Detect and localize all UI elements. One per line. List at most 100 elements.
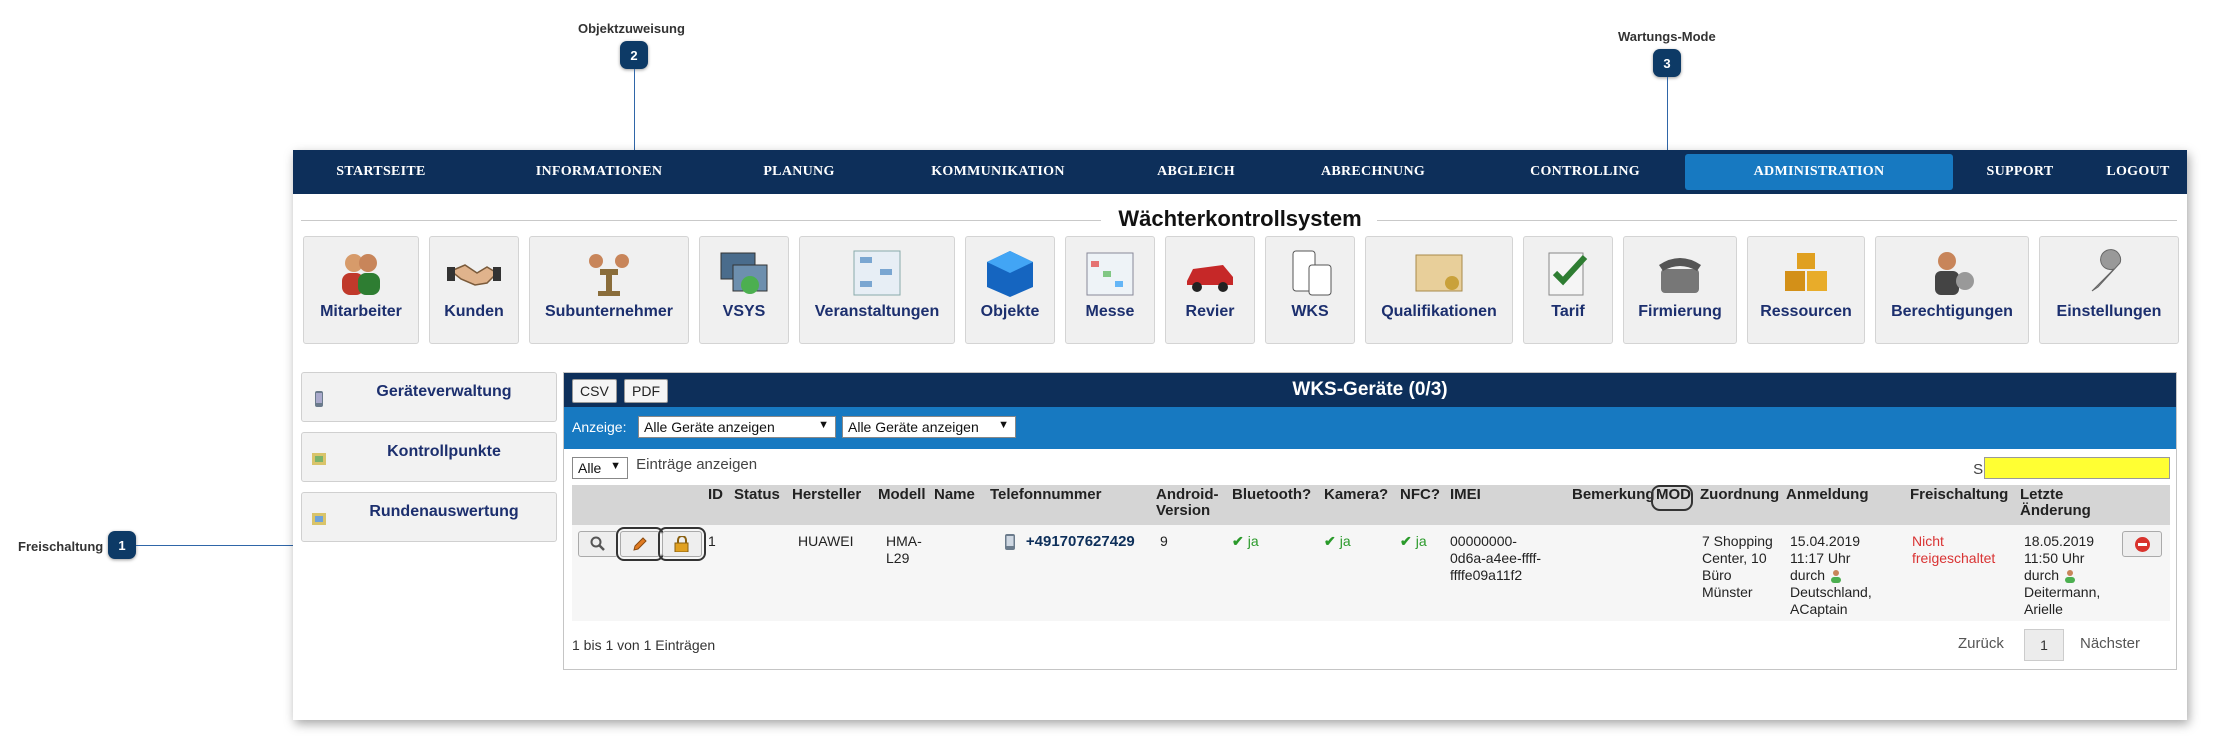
module-mitarbeiter[interactable]: Mitarbeiter xyxy=(303,236,419,344)
nav-kommunikation[interactable]: KOMMUNIKATION xyxy=(905,154,1091,190)
aenderung-by: durch xyxy=(2024,567,2060,583)
col-imei[interactable]: IMEI xyxy=(1450,487,1481,503)
module-veranstaltungen[interactable]: Veranstaltungen xyxy=(799,236,955,344)
module-qualifikationen[interactable]: Qualifikationen xyxy=(1365,236,1513,344)
app-window: STARTSEITE INFORMATIONEN PLANUNG KOMMUNI… xyxy=(293,150,2187,720)
nav-controlling[interactable]: CONTROLLING xyxy=(1515,154,1655,190)
nav-informationen[interactable]: INFORMATIONEN xyxy=(511,154,687,190)
pagination: Zurück 1 Nächster xyxy=(1958,629,2158,661)
chevron-down-icon: ▼ xyxy=(610,460,621,472)
module-label: VSYS xyxy=(722,303,766,320)
user-icon xyxy=(2064,570,2075,584)
anmeldung-date: 15.04.2019 xyxy=(1790,533,1861,549)
col-modell[interactable]: Modell xyxy=(878,487,926,503)
cell-zuordnung: 7 Shopping Center, 10 Büro Münster xyxy=(1702,533,1773,600)
cell-id: 1 xyxy=(708,533,716,549)
filter-select-1[interactable]: Alle Geräte anzeigen ▼ xyxy=(638,416,836,438)
module-label: Tarif xyxy=(1551,303,1585,320)
col-name[interactable]: Name xyxy=(934,487,975,503)
col-status[interactable]: Status xyxy=(734,487,780,503)
module-firmierung[interactable]: Firmierung xyxy=(1623,236,1737,344)
cell-freischaltung: Nicht freigeschaltet xyxy=(1912,533,1996,566)
nav-administration[interactable]: ADMINISTRATION xyxy=(1685,154,1953,190)
page-title: Wächterkontrollsystem xyxy=(301,206,2179,232)
cell-telefon: +491707627429 xyxy=(1004,533,1135,551)
module-objekte[interactable]: Objekte xyxy=(965,236,1055,344)
module-einstellungen[interactable]: Einstellungen xyxy=(2039,236,2179,344)
module-vsys[interactable]: VSYS xyxy=(699,236,789,344)
boxes-icon xyxy=(1785,253,1827,291)
checkmark-icon: ✔ xyxy=(1400,533,1412,549)
cell-modell: HMA-L29 xyxy=(886,533,922,566)
filter-select-2[interactable]: Alle Geräte anzeigen ▼ xyxy=(842,416,1016,438)
col-anmeldung[interactable]: Anmeldung xyxy=(1786,487,1869,503)
module-kunden[interactable]: Kunden xyxy=(429,236,519,344)
nav-abgleich[interactable]: ABGLEICH xyxy=(1131,154,1261,190)
col-letzte-aenderung[interactable]: Letzte Änderung xyxy=(2020,487,2091,519)
module-subunternehmer[interactable]: Subunternehmer xyxy=(529,236,689,344)
col-bemerkung[interactable]: Bemerkung xyxy=(1572,487,1655,503)
module-ressourcen[interactable]: Ressourcen xyxy=(1747,236,1865,344)
module-berechtigungen[interactable]: Berechtigungen xyxy=(1875,236,2029,344)
car-icon xyxy=(1187,265,1233,292)
module-wks[interactable]: WKS xyxy=(1265,236,1355,344)
people-group-icon xyxy=(589,254,629,296)
devices-panel: CSV PDF WKS-Geräte (0/3) Anzeige: Alle G… xyxy=(563,372,2177,670)
pager-current[interactable]: 1 xyxy=(2024,629,2064,661)
length-select[interactable]: Alle ▼ xyxy=(572,457,628,479)
search-input[interactable] xyxy=(1984,457,2170,479)
nav-abrechnung[interactable]: ABRECHNUNG xyxy=(1303,154,1443,190)
sidebar-item-label: Geräteverwaltung xyxy=(376,383,512,400)
col-hersteller[interactable]: Hersteller xyxy=(792,487,861,503)
sidebar-item-label: Rundenauswertung xyxy=(369,503,519,520)
handshake-icon xyxy=(447,264,501,286)
callout-label-objektzuweisung: Objektzuweisung xyxy=(578,21,685,36)
col-telefonnummer[interactable]: Telefonnummer xyxy=(990,487,1101,503)
cell-letzte-aenderung: 18.05.2019 11:50 Uhr durch Deitermann, A… xyxy=(2024,533,2124,618)
module-label: Objekte xyxy=(980,303,1040,320)
nav-support[interactable]: SUPPORT xyxy=(1965,154,2075,190)
nav-logout[interactable]: LOGOUT xyxy=(2093,154,2183,190)
sidebar-item-geraeteverwaltung[interactable]: Geräteverwaltung xyxy=(301,372,557,422)
module-revier[interactable]: Revier xyxy=(1165,236,1255,344)
col-zuordnung[interactable]: Zuordnung xyxy=(1700,487,1779,503)
callout-badge-3: 3 xyxy=(1653,49,1681,77)
pager-next[interactable]: Nächster xyxy=(2080,635,2140,652)
module-label: Einstellungen xyxy=(2056,303,2162,320)
panel-header: CSV PDF WKS-Geräte (0/3) xyxy=(564,373,2176,407)
table-row: 1 HUAWEI HMA-L29 +491707627429 9 ✔ ja ✔ ja… xyxy=(572,525,2170,621)
checkmark-icon: ✔ xyxy=(1324,533,1336,549)
pager-prev[interactable]: Zurück xyxy=(1958,635,2004,652)
col-id[interactable]: ID xyxy=(708,487,723,503)
sidebar-item-rundenauswertung[interactable]: Rundenauswertung xyxy=(301,492,557,542)
col-freischaltung[interactable]: Freischaltung xyxy=(1910,487,2008,503)
module-label: Subunternehmer xyxy=(544,303,673,320)
col-android-version[interactable]: Android-Version xyxy=(1156,487,1218,519)
module-messe[interactable]: Messe xyxy=(1065,236,1155,344)
magnifier-icon xyxy=(590,536,605,551)
module-label: Kunden xyxy=(444,303,504,320)
calendar-icon xyxy=(1086,252,1134,296)
sidebar-item-kontrollpunkte[interactable]: Kontrollpunkte xyxy=(301,432,557,482)
col-bluetooth[interactable]: Bluetooth? xyxy=(1232,487,1311,503)
certificate-icon xyxy=(1415,254,1463,292)
wrench-icon xyxy=(2091,249,2122,292)
view-button[interactable] xyxy=(578,531,618,557)
nav-planung[interactable]: PLANUNG xyxy=(739,154,859,190)
filter-select-1-value: Alle Geräte anzeigen xyxy=(644,419,775,435)
phone-number-link[interactable]: +491707627429 xyxy=(1026,533,1135,550)
callout-label-freischaltung: Freischaltung xyxy=(18,539,104,554)
col-kamera[interactable]: Kamera? xyxy=(1324,487,1388,503)
aenderung-date: 18.05.2019 xyxy=(2024,533,2095,549)
delete-button[interactable] xyxy=(2122,531,2162,557)
device-icon xyxy=(315,391,323,407)
module-label: Firmierung xyxy=(1638,303,1722,320)
module-tarif[interactable]: Tarif xyxy=(1523,236,1613,344)
col-nfc[interactable]: NFC? xyxy=(1400,487,1440,503)
cell-hersteller: HUAWEI xyxy=(798,533,854,549)
unlock-highlight xyxy=(658,527,706,561)
checkmark-icon: ✔ xyxy=(1232,533,1244,549)
checklist-icon xyxy=(1548,252,1588,296)
module-label: WKS xyxy=(1291,303,1329,320)
nav-startseite[interactable]: STARTSEITE xyxy=(313,154,449,190)
